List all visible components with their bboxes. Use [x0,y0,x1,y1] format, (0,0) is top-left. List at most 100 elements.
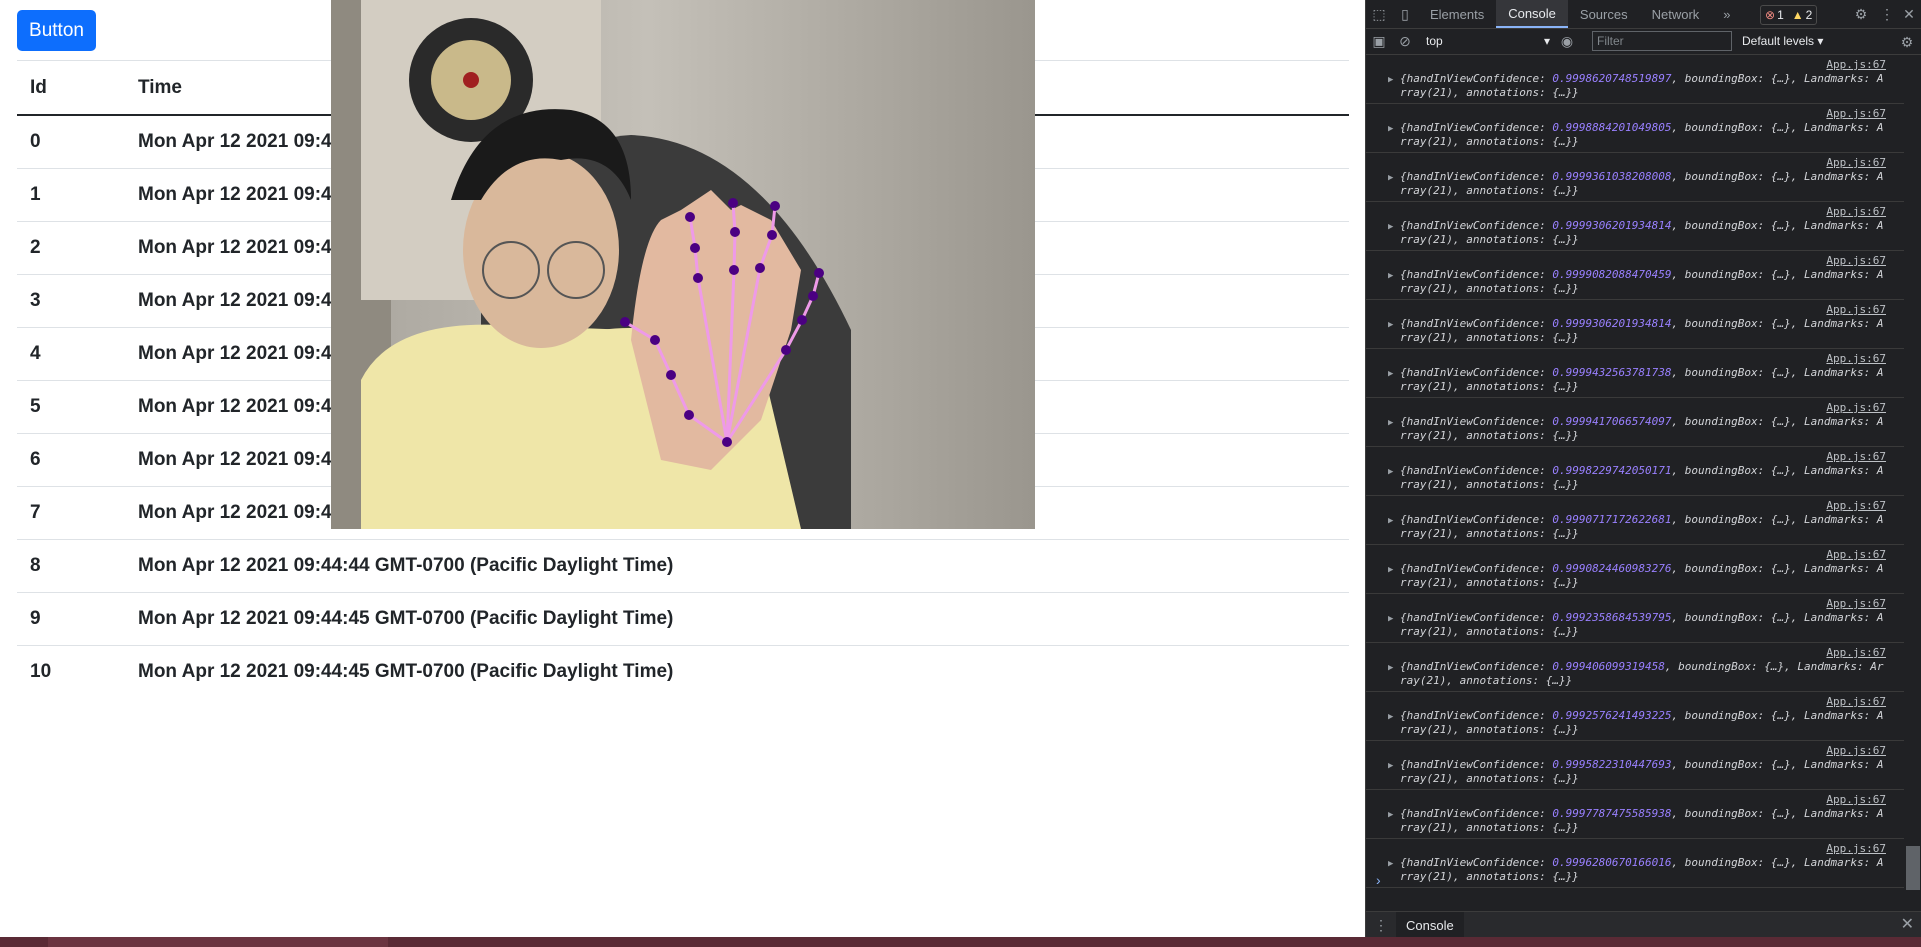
console-log-entry[interactable]: App.js:67 ▶ {handInViewConfidence: 0.99908… [1366,545,1904,594]
console-log-entry[interactable]: App.js:67 ▶ {handInViewConfidence: 0.99977… [1366,790,1904,839]
close-icon[interactable]: ✕ [1896,0,1921,28]
expand-triangle-icon[interactable]: ▶ [1388,810,1393,820]
expand-triangle-icon[interactable]: ▶ [1388,173,1393,183]
log-source-link[interactable]: App.js:67 [1826,548,1886,561]
landmark-point [781,345,791,355]
log-source-link[interactable]: App.js:67 [1826,695,1886,708]
expand-triangle-icon[interactable]: ▶ [1388,320,1393,330]
inspect-element-icon[interactable]: ⬚ [1366,0,1392,28]
log-source-link[interactable]: App.js:67 [1826,793,1886,806]
expand-triangle-icon[interactable]: ▶ [1388,712,1393,722]
log-source-link[interactable]: App.js:67 [1826,254,1886,267]
console-prompt-chevron-icon[interactable]: › [1376,872,1381,888]
tab-elements[interactable]: Elements [1418,0,1496,28]
row-time: Mon Apr 12 2021 09:44:44 GMT-0700 (Pacif… [125,539,1349,593]
log-source-link[interactable]: App.js:67 [1826,597,1886,610]
landmark-point [814,268,824,278]
expand-triangle-icon[interactable]: ▶ [1388,614,1393,624]
log-source-link[interactable]: App.js:67 [1826,646,1886,659]
expand-triangle-icon[interactable]: ▶ [1388,222,1393,232]
expand-triangle-icon[interactable]: ▶ [1388,124,1393,134]
log-source-link[interactable]: App.js:67 [1826,401,1886,414]
log-source-link[interactable]: App.js:67 [1826,107,1886,120]
log-source-link[interactable]: App.js:67 [1826,156,1886,169]
log-line-1-tail: , boundingBox: {…}, Landmarks: Ar [1664,660,1884,673]
log-line-1-tail: , boundingBox: {…}, Landmarks: A [1671,807,1884,820]
filter-input[interactable] [1592,31,1732,51]
console-log-entry[interactable]: App.js:67 ▶ {handInViewConfidence: 0.99982… [1366,447,1904,496]
console-log-entry[interactable]: App.js:67 ▶ {handInViewConfidence: 0.99994… [1366,349,1904,398]
log-levels-dropdown[interactable]: Default levels ▾ [1742,34,1823,48]
log-source-link[interactable]: App.js:67 [1826,352,1886,365]
sidebar-toggle-icon[interactable]: ▣ [1366,27,1392,55]
expand-triangle-icon[interactable]: ▶ [1388,516,1393,526]
primary-button[interactable]: Button [17,10,96,51]
expand-triangle-icon[interactable]: ▶ [1388,75,1393,85]
clear-console-icon[interactable]: ⊘ [1392,27,1418,55]
live-expression-eye-icon[interactable]: ◉ [1554,27,1580,55]
expand-triangle-icon[interactable]: ▶ [1388,565,1393,575]
tab-network[interactable]: Network [1640,0,1712,28]
log-source-link[interactable]: App.js:67 [1826,842,1886,855]
tab-console[interactable]: Console [1496,0,1568,28]
console-log-entry[interactable]: App.js:67 ▶ {handInViewConfidence: 0.99925… [1366,692,1904,741]
table-row: 9 Mon Apr 12 2021 09:44:45 GMT-0700 (Paci… [17,592,1349,646]
log-source-link[interactable]: App.js:67 [1826,205,1886,218]
log-line-1-tail: , boundingBox: {…}, Landmarks: A [1671,317,1884,330]
context-selector[interactable]: top ▾ [1426,32,1554,50]
landmark-point [722,437,732,447]
drawer-close-icon[interactable]: ✕ [1901,914,1914,934]
console-log-entry[interactable]: App.js:67 ▶ {handInViewConfidence: 0.99986… [1366,55,1904,104]
console-log-entry[interactable]: App.js:67 ▶ {handInViewConfidence: 0.99994… [1366,398,1904,447]
log-line-1: {handInViewConfidence: 0.999628067016601… [1400,856,1884,869]
log-line-1: {handInViewConfidence: 0.999582231044769… [1400,758,1884,771]
row-id: 3 [17,274,125,328]
row-id: 1 [17,168,125,222]
console-log-entry[interactable]: App.js:67 ▶ {handInViewConfidence: 0.99993… [1366,300,1904,349]
log-line-1-tail: , boundingBox: {…}, Landmarks: A [1671,415,1884,428]
chevron-down-icon: ▾ [1543,34,1550,48]
console-log-entry[interactable]: App.js:67 ▶ {handInViewConfidence: 0.99993… [1366,202,1904,251]
log-source-link[interactable]: App.js:67 [1826,744,1886,757]
landmark-point [730,227,740,237]
taskbar-app[interactable] [48,937,388,947]
more-tabs-button[interactable]: » [1711,0,1742,28]
console-settings-gear-icon[interactable]: ⚙ [1894,28,1920,56]
issue-counter[interactable]: ⊗ 1 ▲ 2 [1760,5,1818,25]
drawer-kebab-menu-icon[interactable]: ⋮ [1374,917,1388,934]
row-id: 6 [17,433,125,487]
log-line-1: {handInViewConfidence: 0.999406099319458… [1400,660,1884,673]
console-log-entry[interactable]: App.js:67 ▶ {handInViewConfidence: 0.99988… [1366,104,1904,153]
log-line-1: {handInViewConfidence: 0.999257624149322… [1400,709,1884,722]
console-log-entry[interactable]: App.js:67 ▶ {handInViewConfidence: 0.99940… [1366,643,1904,692]
console-log-entry[interactable]: App.js:67 ▶ {handInViewConfidence: 0.99958… [1366,741,1904,790]
log-source-link[interactable]: App.js:67 [1826,303,1886,316]
console-log-entry[interactable]: App.js:67 ▶ {handInViewConfidence: 0.99993… [1366,153,1904,202]
log-source-link[interactable]: App.js:67 [1826,499,1886,512]
console-log-entry[interactable]: App.js:67 ▶ {handInViewConfidence: 0.99923… [1366,594,1904,643]
landmark-point [684,410,694,420]
log-line-2: rray(21), annotations: {…}} [1400,772,1579,785]
log-source-link[interactable]: App.js:67 [1826,58,1886,71]
expand-triangle-icon[interactable]: ▶ [1388,859,1393,869]
console-log-entry[interactable]: App.js:67 ▶ {handInViewConfidence: 0.99990… [1366,251,1904,300]
expand-triangle-icon[interactable]: ▶ [1388,761,1393,771]
tab-sources[interactable]: Sources [1568,0,1640,28]
confidence-value: 0.9999361038208008 [1552,170,1672,183]
log-line-1: {handInViewConfidence: 0.999862074851989… [1400,72,1884,85]
drawer-tab-console[interactable]: Console [1396,912,1464,938]
device-toolbar-icon[interactable]: ▯ [1392,0,1418,28]
console-log-entry[interactable]: App.js:67 ▶ {handInViewConfidence: 0.99907… [1366,496,1904,545]
expand-triangle-icon[interactable]: ▶ [1388,467,1393,477]
log-line-2: rray(21), annotations: {…}} [1400,282,1579,295]
log-line-2: rray(21), annotations: {…}} [1400,821,1579,834]
console-log-entry[interactable]: App.js:67 ▶ {handInViewConfidence: 0.99962… [1366,839,1904,888]
settings-gear-icon[interactable]: ⚙ [1848,0,1874,28]
log-source-link[interactable]: App.js:67 [1826,450,1886,463]
expand-triangle-icon[interactable]: ▶ [1388,369,1393,379]
expand-triangle-icon[interactable]: ▶ [1388,418,1393,428]
console-scrollbar-thumb[interactable] [1906,846,1920,890]
log-line-2: rray(21), annotations: {…}} [1400,380,1579,393]
expand-triangle-icon[interactable]: ▶ [1388,663,1393,673]
expand-triangle-icon[interactable]: ▶ [1388,271,1393,281]
